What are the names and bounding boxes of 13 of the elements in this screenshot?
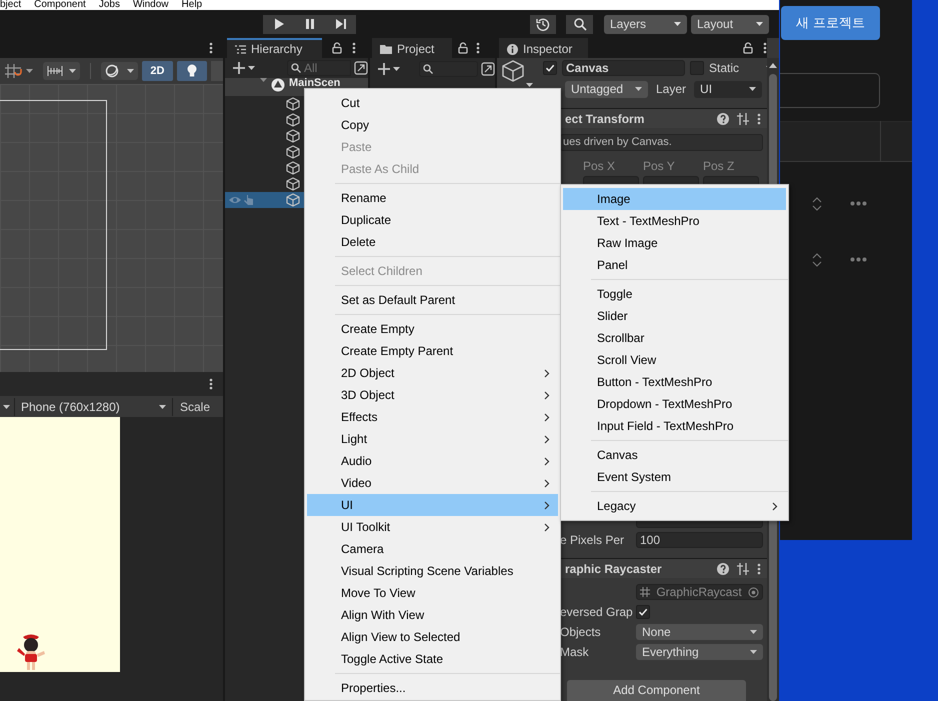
field-label: eversed Grap (560, 604, 634, 621)
field-label: Objects (560, 624, 602, 641)
scale-label: Scale (180, 398, 210, 416)
field-label: Pos Z (703, 158, 736, 175)
field-label: Pos Y (643, 158, 676, 175)
static-label: Static (709, 60, 740, 76)
component-title: raphic Raycaster (565, 560, 663, 578)
field-label: Mask (560, 644, 590, 661)
info-box: ues driven by Canvas. (560, 134, 763, 151)
layer-label: Layer (656, 81, 686, 98)
component-title: ect Transform (565, 110, 646, 128)
scene-name: MainScen (289, 78, 340, 88)
field-label: Pos X (583, 158, 616, 175)
